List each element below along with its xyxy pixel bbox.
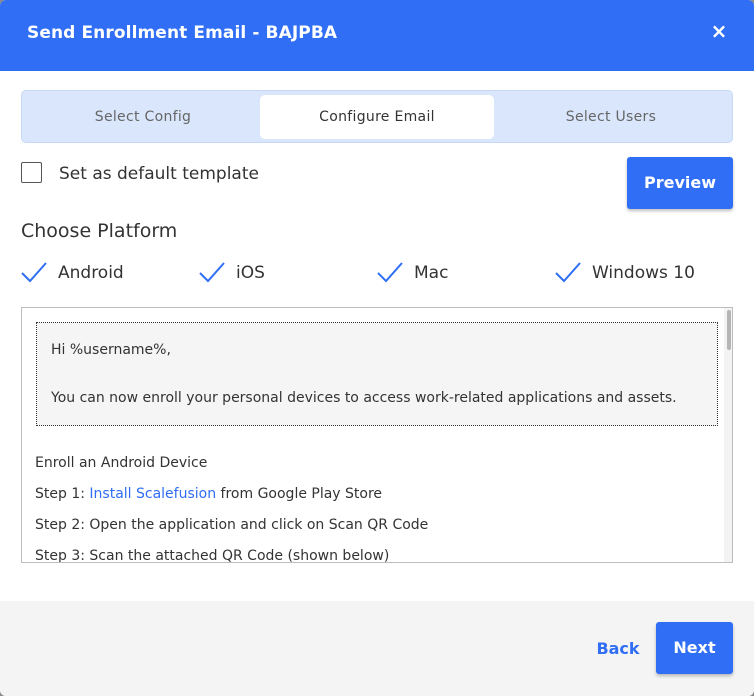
wizard-tabs: Select Config Configure Email Select Use…	[21, 90, 733, 143]
email-section-title: Enroll an Android Device	[35, 455, 208, 471]
tab-select-config[interactable]: Select Config	[26, 95, 260, 139]
preview-button[interactable]: Preview	[627, 157, 733, 209]
checkmark-icon[interactable]	[554, 260, 582, 286]
platform-label: Windows 10	[592, 263, 695, 283]
platform-label: iOS	[236, 263, 265, 283]
platform-label: Android	[58, 263, 124, 283]
dialog-header: Send Enrollment Email - BAJPBA ×	[0, 0, 754, 71]
default-template-checkbox[interactable]	[21, 162, 42, 183]
dialog-title: Send Enrollment Email - BAJPBA	[27, 23, 338, 43]
platform-label: Mac	[414, 263, 449, 283]
step1-prefix: Step 1:	[35, 486, 90, 502]
email-step-2: Step 2: Open the application and click o…	[35, 517, 429, 533]
checkmark-icon[interactable]	[20, 260, 48, 286]
checkmark-icon[interactable]	[198, 260, 226, 286]
email-intro: You can now enroll your personal devices…	[51, 390, 677, 406]
enrollment-email-dialog: Send Enrollment Email - BAJPBA × Select …	[0, 0, 754, 696]
tab-configure-email[interactable]: Configure Email	[260, 95, 494, 139]
greeting-block: Hi %username%, You can now enroll your p…	[36, 322, 718, 426]
email-step-3: Step 3: Scan the attached QR Code (shown…	[35, 548, 390, 563]
email-step-1: Step 1: Install Scalefusion from Google …	[35, 486, 382, 502]
close-icon[interactable]: ×	[708, 20, 730, 42]
back-button[interactable]: Back	[590, 635, 646, 663]
default-template-label: Set as default template	[59, 164, 259, 184]
tab-select-users[interactable]: Select Users	[494, 95, 728, 139]
editor-scrollbar[interactable]	[724, 308, 732, 562]
email-greeting: Hi %username%,	[51, 342, 171, 358]
install-scalefusion-link[interactable]: Install Scalefusion	[89, 486, 216, 502]
step1-suffix: from Google Play Store	[216, 486, 383, 502]
scrollbar-thumb[interactable]	[727, 310, 731, 350]
email-editor[interactable]: Hi %username%, You can now enroll your p…	[21, 307, 733, 563]
next-button[interactable]: Next	[656, 622, 733, 674]
platform-title: Choose Platform	[21, 220, 178, 242]
dialog-footer: Back Next	[0, 601, 754, 696]
checkmark-icon[interactable]	[376, 260, 404, 286]
